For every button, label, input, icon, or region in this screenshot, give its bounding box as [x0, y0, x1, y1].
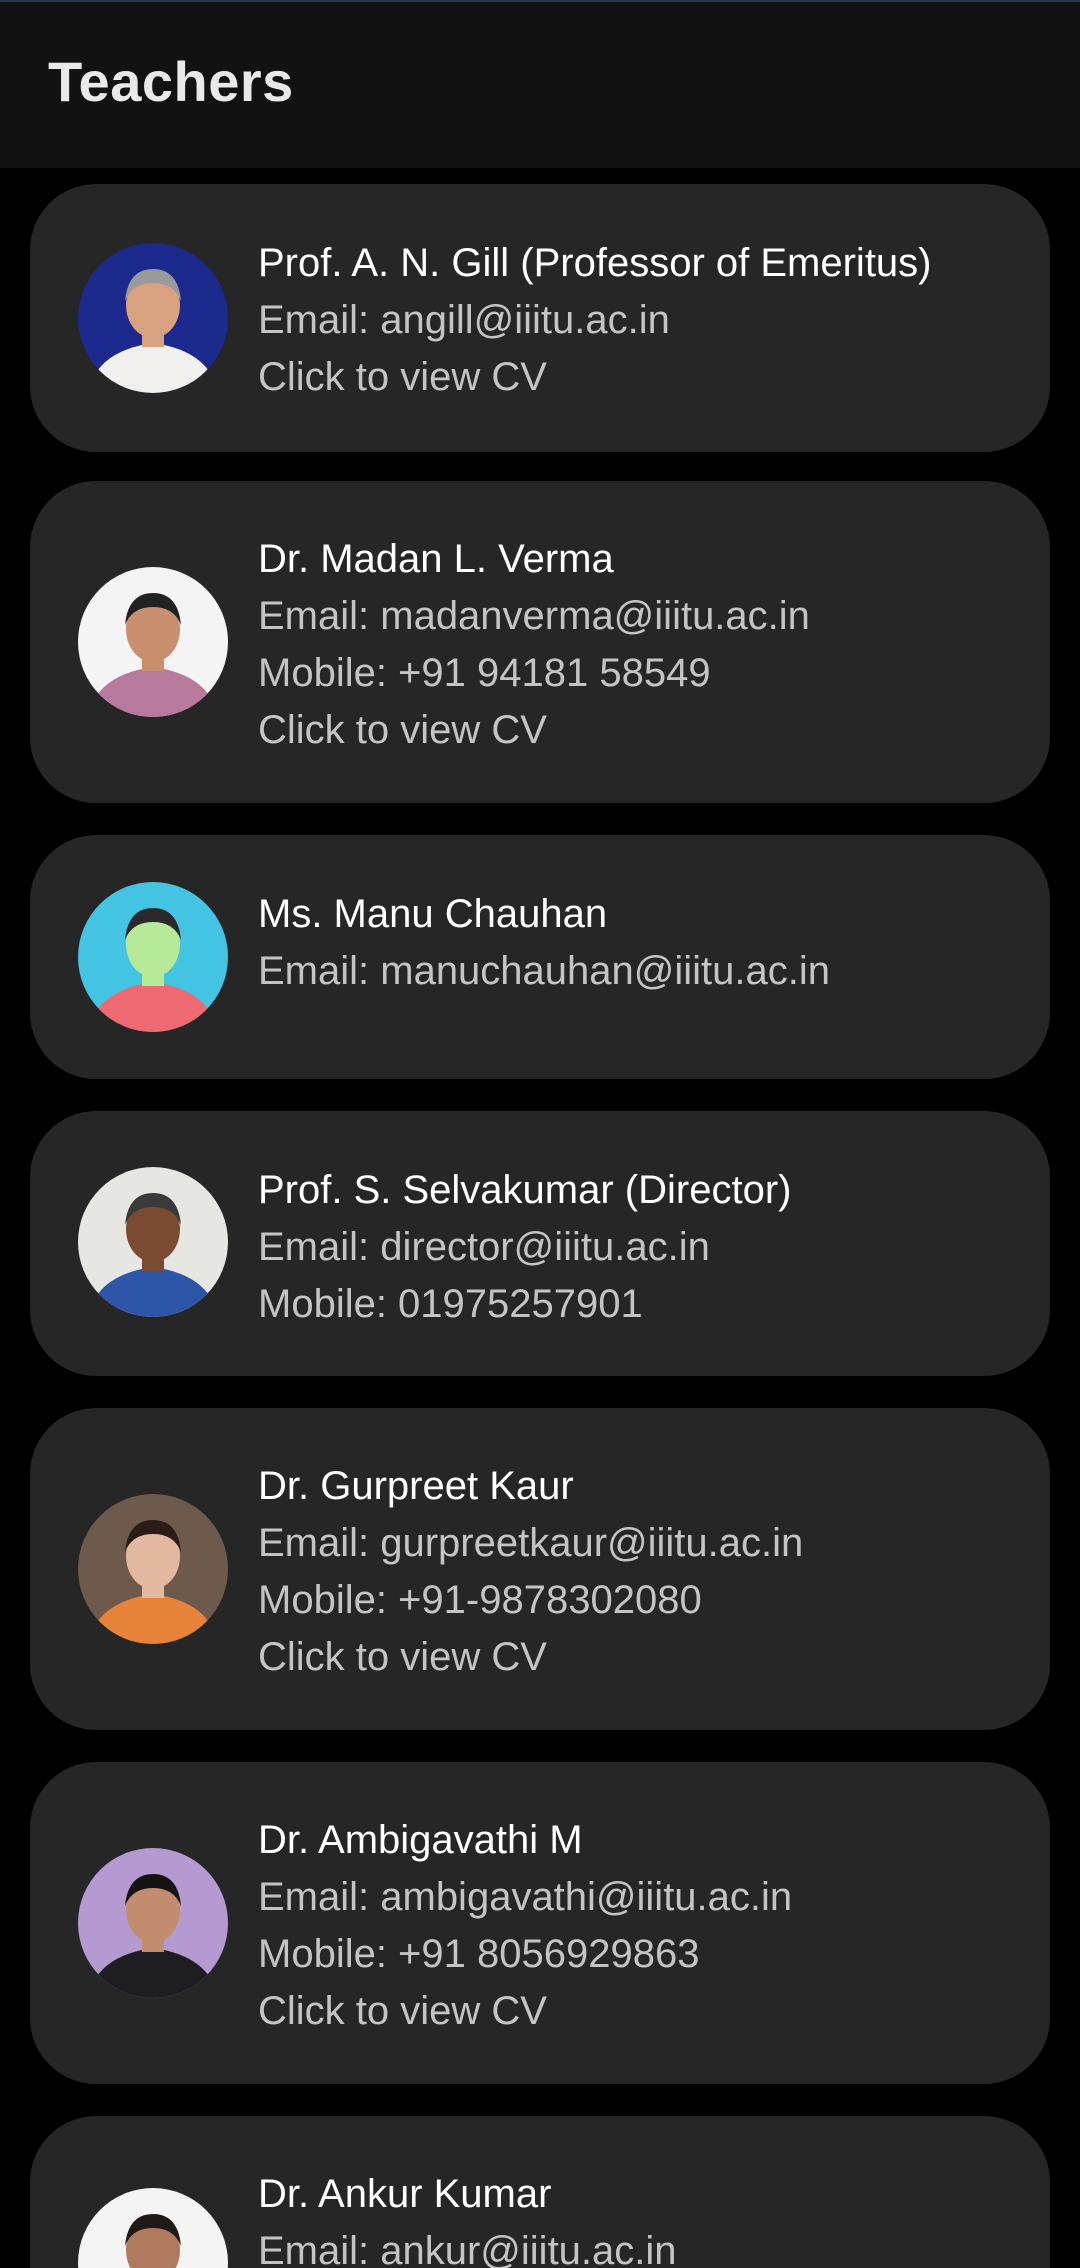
- view-cv-link[interactable]: Click to view CV: [258, 1983, 1020, 2040]
- teacher-email: Email: ankur@iiitu.ac.in: [258, 2229, 677, 2268]
- teacher-name: Prof. S. Selvakumar (Director): [258, 1168, 792, 1212]
- avatar-photo: [78, 243, 228, 393]
- app-bar: Teachers: [0, 2, 1080, 168]
- teacher-mobile: Mobile: +91 8056929863: [258, 1932, 700, 1976]
- avatar: [78, 1848, 228, 1998]
- teacher-email: Email: ambigavathi@iiitu.ac.in: [258, 1875, 793, 1919]
- view-cv-link[interactable]: Click to view CV: [258, 349, 1020, 406]
- avatar: [78, 882, 228, 1032]
- teacher-email: Email: manuchauhan@iiitu.ac.in: [258, 949, 831, 993]
- teacher-card[interactable]: Dr. Gurpreet Kaur Email: gurpreetkaur@ii…: [30, 1408, 1050, 1730]
- teacher-name: Dr. Gurpreet Kaur: [258, 1464, 574, 1508]
- avatar: [78, 2188, 228, 2268]
- teacher-email: Email: director@iiitu.ac.in: [258, 1225, 710, 1269]
- teacher-card[interactable]: Dr. Madan L. Verma Email: madanverma@iii…: [30, 481, 1050, 803]
- teacher-card[interactable]: Prof. S. Selvakumar (Director) Email: di…: [30, 1111, 1050, 1376]
- teacher-name: Ms. Manu Chauhan: [258, 892, 608, 936]
- teacher-mobile: Mobile: 01975257901: [258, 1282, 643, 1326]
- teacher-name: Dr. Ankur Kumar: [258, 2172, 552, 2216]
- teacher-email: Email: angill@iiitu.ac.in: [258, 298, 670, 342]
- teacher-card[interactable]: Prof. A. N. Gill (Professor of Emeritus)…: [30, 184, 1050, 452]
- avatar: [78, 567, 228, 717]
- avatar-photo: [78, 882, 228, 1032]
- page-title: Teachers: [48, 50, 294, 113]
- teacher-name: Prof. A. N. Gill (Professor of Emeritus): [258, 241, 932, 285]
- avatar-photo: [78, 1494, 228, 1644]
- teacher-card[interactable]: Dr. Ankur Kumar Email: ankur@iiitu.ac.in: [30, 2116, 1050, 2268]
- avatar-photo: [78, 2188, 228, 2268]
- avatar: [78, 243, 228, 393]
- avatar: [78, 1167, 228, 1317]
- teacher-name: Dr. Madan L. Verma: [258, 537, 614, 581]
- avatar-photo: [78, 1848, 228, 1998]
- teacher-card[interactable]: Dr. Ambigavathi M Email: ambigavathi@iii…: [30, 1762, 1050, 2084]
- view-cv-link[interactable]: Click to view CV: [258, 702, 1020, 759]
- teacher-mobile: Mobile: +91-9878302080: [258, 1578, 702, 1622]
- view-cv-link[interactable]: Click to view CV: [258, 1629, 1020, 1686]
- teacher-mobile: Mobile: +91 94181 58549: [258, 651, 711, 695]
- teacher-name: Dr. Ambigavathi M: [258, 1818, 583, 1862]
- teacher-email: Email: madanverma@iiitu.ac.in: [258, 594, 810, 638]
- avatar-photo: [78, 567, 228, 717]
- teacher-card[interactable]: Ms. Manu Chauhan Email: manuchauhan@iiit…: [30, 835, 1050, 1079]
- avatar: [78, 1494, 228, 1644]
- teacher-email: Email: gurpreetkaur@iiitu.ac.in: [258, 1521, 804, 1565]
- avatar-photo: [78, 1167, 228, 1317]
